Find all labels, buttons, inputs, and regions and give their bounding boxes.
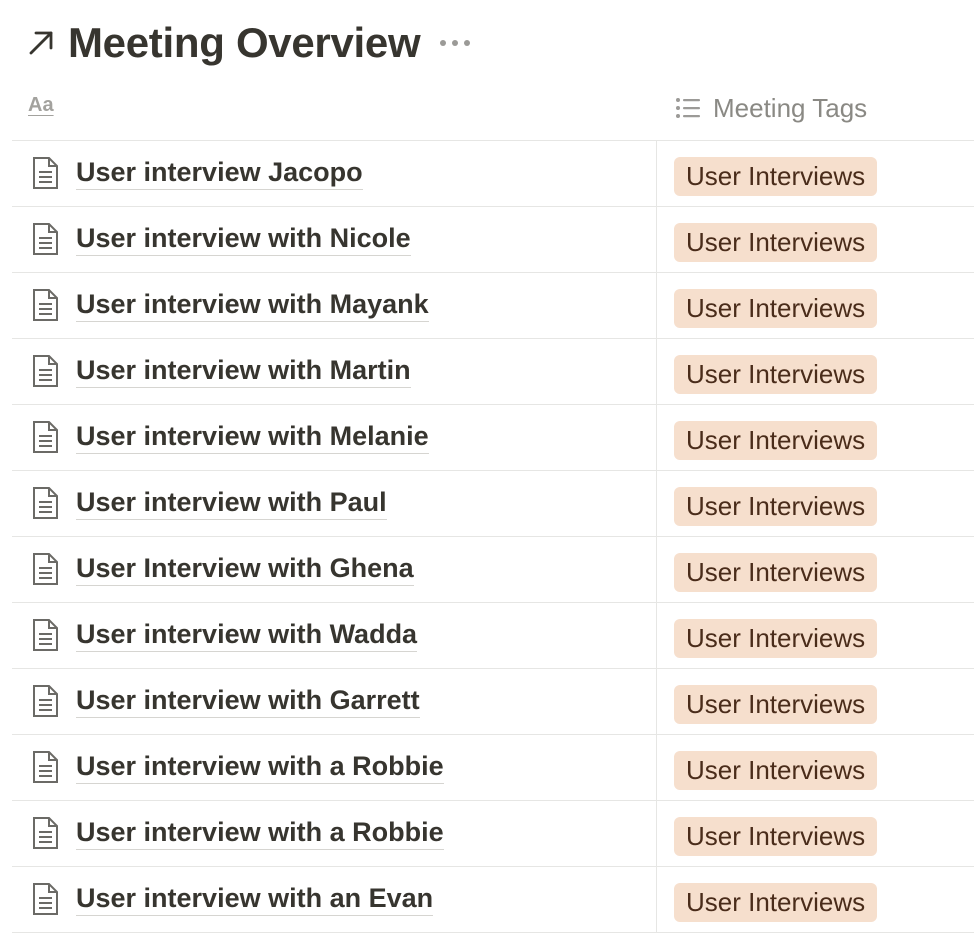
tags-cell[interactable]: User Interviews xyxy=(674,669,878,734)
page-title-link[interactable]: User interview with a Robbie xyxy=(76,817,444,851)
tags-cell[interactable]: User Interviews xyxy=(674,867,878,932)
table-row[interactable]: User interview with a Robbie User Interv… xyxy=(12,801,974,867)
tag-pill: User Interviews xyxy=(674,883,878,922)
tags-cell[interactable]: User Interviews xyxy=(674,339,878,404)
table-body: User interview Jacopo User Interviews Us… xyxy=(12,141,974,933)
page-title-link[interactable]: User interview with Paul xyxy=(76,487,387,521)
tags-cell[interactable]: User Interviews xyxy=(674,141,878,206)
page-title: Meeting Overview xyxy=(68,19,421,66)
tag-pill: User Interviews xyxy=(674,223,878,262)
tags-cell[interactable]: User Interviews xyxy=(674,537,878,602)
table-row[interactable]: User Interview with Ghena User Interview… xyxy=(12,537,974,603)
name-cell: User interview with a Robbie xyxy=(12,735,657,800)
tags-cell[interactable]: User Interviews xyxy=(674,735,878,800)
tag-pill: User Interviews xyxy=(674,157,878,196)
name-column-header[interactable]: Aa xyxy=(28,94,54,117)
name-cell: User interview with Garrett xyxy=(12,669,657,734)
tags-cell[interactable]: User Interviews xyxy=(674,273,878,338)
tag-pill: User Interviews xyxy=(674,487,878,526)
table-row[interactable]: User interview Jacopo User Interviews xyxy=(12,141,974,207)
page-icon xyxy=(30,156,60,192)
name-cell: User interview with an Evan xyxy=(12,867,657,932)
name-cell: User interview with Melanie xyxy=(12,405,657,470)
page-icon xyxy=(30,486,60,522)
page-title-link[interactable]: User interview with Martin xyxy=(76,355,411,389)
page-icon xyxy=(30,552,60,588)
tags-cell[interactable]: User Interviews xyxy=(674,207,878,272)
list-icon xyxy=(675,95,701,121)
tag-pill: User Interviews xyxy=(674,289,878,328)
tags-column-header[interactable]: Meeting Tags xyxy=(675,90,867,126)
table-row[interactable]: User interview with a Robbie User Interv… xyxy=(12,735,974,801)
table-row[interactable]: User interview with Melanie User Intervi… xyxy=(12,405,974,471)
name-cell: User interview with a Robbie xyxy=(12,801,657,866)
tags-cell[interactable]: User Interviews xyxy=(674,603,878,668)
name-cell: User interview with Mayank xyxy=(12,273,657,338)
table-row[interactable]: User interview with Wadda User Interview… xyxy=(12,603,974,669)
page-icon xyxy=(30,618,60,654)
tag-pill: User Interviews xyxy=(674,355,878,394)
table-row[interactable]: User interview with Martin User Intervie… xyxy=(12,339,974,405)
tag-pill: User Interviews xyxy=(674,619,878,658)
page-icon xyxy=(30,288,60,324)
page-icon xyxy=(30,750,60,786)
page-title-link[interactable]: User interview Jacopo xyxy=(76,157,363,191)
tag-pill: User Interviews xyxy=(674,751,878,790)
name-cell: User interview with Martin xyxy=(12,339,657,404)
table-row[interactable]: User interview with Paul User Interviews xyxy=(12,471,974,537)
table-row[interactable]: User interview with an Evan User Intervi… xyxy=(12,867,974,933)
page-title-link[interactable]: User interview with Mayank xyxy=(76,289,429,323)
table-header: Aa Meeting Tags xyxy=(12,86,974,141)
page-title-link[interactable]: User interview with a Robbie xyxy=(76,751,444,785)
name-cell: User interview with Nicole xyxy=(12,207,657,272)
tag-pill: User Interviews xyxy=(674,685,878,724)
view-header: Meeting Overview xyxy=(24,14,472,72)
page-title-link[interactable]: User interview with Wadda xyxy=(76,619,418,653)
page-icon xyxy=(30,882,60,918)
tag-pill: User Interviews xyxy=(674,553,878,592)
arrow-up-right-icon[interactable] xyxy=(24,26,58,60)
tags-cell[interactable]: User Interviews xyxy=(674,405,878,470)
more-horizontal-icon[interactable] xyxy=(438,33,472,53)
page-icon xyxy=(30,222,60,258)
page-title-link[interactable]: User interview with an Evan xyxy=(76,883,434,917)
name-cell: User interview with Paul xyxy=(12,471,657,536)
name-cell: User interview Jacopo xyxy=(12,141,657,206)
tags-cell[interactable]: User Interviews xyxy=(674,471,878,536)
name-cell: User interview with Wadda xyxy=(12,603,657,668)
tags-cell[interactable]: User Interviews xyxy=(674,801,878,866)
page-title-link[interactable]: User interview with Garrett xyxy=(76,685,420,719)
database-view: Meeting Overview Aa Meeting Tags User in… xyxy=(0,0,974,942)
page-title-link[interactable]: User Interview with Ghena xyxy=(76,553,414,587)
page-icon xyxy=(30,816,60,852)
page-title-link[interactable]: User interview with Nicole xyxy=(76,223,411,257)
page-icon xyxy=(30,684,60,720)
page-icon xyxy=(30,354,60,390)
tag-pill: User Interviews xyxy=(674,421,878,460)
table-row[interactable]: User interview with Mayank User Intervie… xyxy=(12,273,974,339)
tags-column-label: Meeting Tags xyxy=(713,92,868,123)
page-icon xyxy=(30,420,60,456)
name-cell: User Interview with Ghena xyxy=(12,537,657,602)
tag-pill: User Interviews xyxy=(674,817,878,856)
table-row[interactable]: User interview with Nicole User Intervie… xyxy=(12,207,974,273)
page-title-link[interactable]: User interview with Melanie xyxy=(76,421,429,455)
table-row[interactable]: User interview with Garrett User Intervi… xyxy=(12,669,974,735)
